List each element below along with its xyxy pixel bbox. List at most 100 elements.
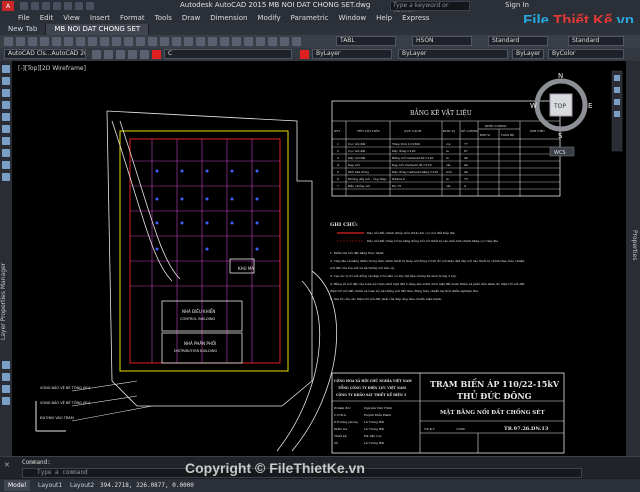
menu-window[interactable]: Window: [339, 14, 367, 22]
tab-new[interactable]: New Tab: [0, 23, 47, 35]
tool-icon[interactable]: [244, 37, 253, 46]
note-line: 4. Bảng vẽ nối đất của toàn bộ trạm dưới…: [330, 281, 525, 286]
plotstyle-select[interactable]: ByColor: [548, 49, 624, 59]
workspace-select[interactable]: AutoCAD Cls...AutoCAD 201: [4, 49, 86, 59]
tool-icon[interactable]: [16, 37, 25, 46]
table-cell: 6: [337, 177, 339, 181]
plot-icon[interactable]: [64, 2, 72, 10]
textstyle-select[interactable]: HSON: [412, 36, 472, 46]
arc-icon[interactable]: [2, 125, 10, 133]
table-cell: Bảng nối Cadweld đề C120: [392, 155, 433, 160]
pan-icon[interactable]: [614, 87, 620, 93]
polygon-icon[interactable]: [2, 101, 10, 109]
menu-tools[interactable]: Tools: [155, 14, 172, 22]
table-cell: Đấu chống sét: [348, 184, 371, 188]
search-input[interactable]: Type a keyword or phrase: [390, 1, 470, 17]
toolbar-row-2: AutoCAD Cls...AutoCAD 201 C ByLayer ByLa…: [0, 48, 640, 61]
ellipse-icon[interactable]: [2, 173, 10, 181]
polyline-icon[interactable]: [2, 89, 10, 97]
tool-icon[interactable]: [112, 37, 121, 46]
tool-icon[interactable]: [196, 37, 205, 46]
region-icon[interactable]: [2, 373, 10, 381]
menu-file[interactable]: File: [18, 14, 30, 22]
tool-icon[interactable]: [52, 37, 61, 46]
tab-layout2[interactable]: Layout2: [66, 480, 98, 491]
tool-icon[interactable]: [4, 37, 13, 46]
tool-icon[interactable]: [232, 37, 241, 46]
tool-icon[interactable]: [268, 37, 277, 46]
menu-modify[interactable]: Modify: [257, 14, 280, 22]
table-cell: 4: [464, 184, 466, 188]
tool-icon[interactable]: [172, 37, 181, 46]
menu-help[interactable]: Help: [376, 14, 392, 22]
menu-insert[interactable]: Insert: [90, 14, 110, 22]
save-icon[interactable]: [42, 2, 50, 10]
revcloud-icon[interactable]: [2, 149, 10, 157]
menu-draw[interactable]: Draw: [182, 14, 200, 22]
layer-state-icon[interactable]: [92, 50, 101, 59]
menu-edit[interactable]: Edit: [40, 14, 54, 22]
person: Lê Trung Hải: [364, 426, 384, 431]
dimstyle-select[interactable]: TABL: [336, 36, 396, 46]
steering-wheel-icon[interactable]: [614, 75, 620, 81]
saveas-icon[interactable]: [53, 2, 61, 10]
menu-parametric[interactable]: Parametric: [291, 14, 329, 22]
tool-icon[interactable]: [40, 37, 49, 46]
app-menu-button[interactable]: A: [2, 1, 14, 11]
drawing-canvas[interactable]: [-][Top][2D Wireframe] KHU MA NHÀ ĐIỀU K…: [12, 61, 626, 456]
undo-icon[interactable]: [75, 2, 83, 10]
menu-format[interactable]: Format: [120, 14, 145, 22]
color-select[interactable]: ByLayer: [312, 49, 392, 59]
menu-dimension[interactable]: Dimension: [210, 14, 247, 22]
tab-layout1[interactable]: Layout1: [34, 480, 66, 491]
menu-view[interactable]: View: [63, 14, 80, 22]
tool-icon[interactable]: [208, 37, 217, 46]
table-icon[interactable]: [2, 385, 10, 393]
close-icon[interactable]: ✕: [4, 461, 10, 469]
hatch-icon[interactable]: [2, 361, 10, 369]
mleaderstyle-select[interactable]: Standard: [568, 36, 624, 46]
tool-icon[interactable]: [76, 37, 85, 46]
new-icon[interactable]: [20, 2, 28, 10]
lock-icon[interactable]: [128, 50, 137, 59]
lightbulb-icon[interactable]: [104, 50, 113, 59]
tool-icon[interactable]: [136, 37, 145, 46]
tool-icon[interactable]: [220, 37, 229, 46]
lineweight-select[interactable]: ByLayer: [512, 49, 544, 59]
tool-icon[interactable]: [28, 37, 37, 46]
tablestyle-select[interactable]: Standard: [488, 36, 548, 46]
redo-icon[interactable]: [86, 2, 94, 10]
mtext-icon[interactable]: [2, 397, 10, 405]
construction-line-icon[interactable]: [2, 77, 10, 85]
tool-icon[interactable]: [124, 37, 133, 46]
tool-icon[interactable]: [160, 37, 169, 46]
site-plan: [71, 110, 338, 452]
zoom-icon[interactable]: [614, 99, 620, 105]
tab-model[interactable]: Model: [4, 480, 31, 491]
layer-select[interactable]: C: [164, 49, 292, 59]
tool-icon[interactable]: [100, 37, 109, 46]
role: Kiểm tra: [334, 426, 347, 431]
spline-icon[interactable]: [2, 161, 10, 169]
linetype-select[interactable]: ByLayer: [398, 49, 508, 59]
line-icon[interactable]: [2, 65, 10, 73]
tool-icon[interactable]: [148, 37, 157, 46]
tool-icon[interactable]: [64, 37, 73, 46]
tool-icon[interactable]: [184, 37, 193, 46]
sign-in-button[interactable]: Sign In: [505, 1, 529, 9]
tool-icon[interactable]: [292, 37, 301, 46]
tab-drawing[interactable]: MB NOI DAT CHONG SET: [46, 23, 150, 35]
tool-icon[interactable]: [280, 37, 289, 46]
table-cell: Kẹp nối Cadweld đề C120: [392, 163, 432, 167]
tool-icon[interactable]: [256, 37, 265, 46]
lock-icon[interactable]: [140, 50, 149, 59]
properties-palette-label[interactable]: Properties: [628, 230, 638, 290]
layer-properties-palette-label[interactable]: Layer Properties Manager: [0, 241, 12, 361]
rectangle-icon[interactable]: [2, 113, 10, 121]
menu-express[interactable]: Express: [402, 14, 429, 22]
circle-icon[interactable]: [2, 137, 10, 145]
tool-icon[interactable]: [88, 37, 97, 46]
open-icon[interactable]: [31, 2, 39, 10]
sun-icon[interactable]: [116, 50, 125, 59]
orbit-icon[interactable]: [614, 111, 620, 117]
